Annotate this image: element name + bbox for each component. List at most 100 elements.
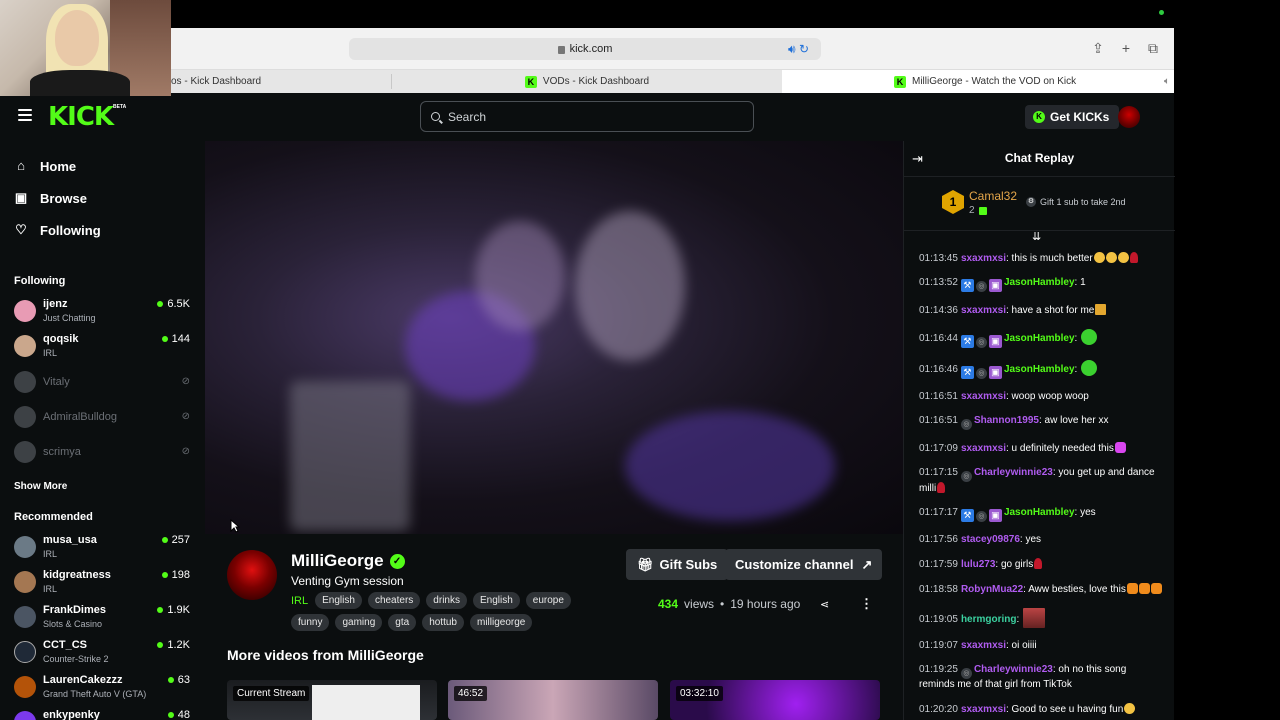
chat-username[interactable]: sxaxmxsi xyxy=(961,305,1006,316)
chat-title: Chat Replay xyxy=(1004,151,1075,165)
chat-username[interactable]: Charleywinnie23 xyxy=(974,664,1053,675)
chat-separator: : xyxy=(1016,614,1023,625)
tag-chip[interactable]: drinks xyxy=(426,592,467,609)
chat-timestamp: 01:13:45 xyxy=(919,253,958,264)
new-tab-icon[interactable]: + xyxy=(1122,40,1130,57)
viewer-count: 1.9K xyxy=(157,604,190,616)
thumbnail-badge: 46:52 xyxy=(454,686,488,701)
tab-vods-dashboard[interactable]: K VODs - Kick Dashboard xyxy=(392,70,782,93)
viewer-count-value: 198 xyxy=(171,569,190,581)
sidebar-channel-kidgreatness[interactable]: kidgreatness IRL 198 xyxy=(14,568,192,598)
nav-label: Home xyxy=(40,158,77,174)
channel-avatar[interactable] xyxy=(227,550,277,600)
search-box[interactable] xyxy=(420,101,754,132)
user-avatar[interactable] xyxy=(1118,106,1140,128)
chat-username[interactable]: RobynMua22 xyxy=(961,584,1023,595)
sidebar-channel-qoqsik[interactable]: qoqsik IRL 144 xyxy=(14,332,192,362)
video-player[interactable] xyxy=(205,141,903,534)
rose-emote-icon xyxy=(1034,558,1043,569)
chat-text: Aww besties, love this xyxy=(1028,584,1126,595)
nav-browse[interactable]: ▣ Browse xyxy=(14,186,87,210)
sidebar-channel-frankdimes[interactable]: FrankDimes Slots & Casino 1.9K xyxy=(14,603,192,633)
sidebar-channel-enkypenky[interactable]: enkypenky 48 xyxy=(14,708,192,720)
nav-home[interactable]: ⌂ Home xyxy=(14,154,76,178)
chat-timestamp: 01:17:17 xyxy=(919,507,958,518)
tab-overview-icon[interactable]: ⧉ xyxy=(1148,40,1158,57)
sidebar-channel-musa-usa[interactable]: musa_usa IRL 257 xyxy=(14,533,192,563)
chat-timestamp: 01:18:58 xyxy=(919,584,958,595)
channel-category: Just Chatting xyxy=(43,313,96,323)
chat-username[interactable]: JasonHambley xyxy=(1004,277,1075,288)
avatar xyxy=(14,441,36,463)
gift-icon: 🎁︎ xyxy=(637,556,654,572)
tag-chip[interactable]: cheaters xyxy=(367,592,421,609)
get-kicks-button[interactable]: K Get KICKs xyxy=(1025,105,1120,129)
menu-icon[interactable] xyxy=(18,109,32,121)
chat-username[interactable]: sxaxmxsi xyxy=(961,640,1006,651)
chat-username[interactable]: sxaxmxsi xyxy=(961,391,1006,402)
tab-milligeorge-vod[interactable]: K MilliGeorge - Watch the VOD on Kick 🔈︎ xyxy=(782,70,1174,93)
browser-tab-bar: os - Kick Dashboard K VODs - Kick Dashbo… xyxy=(171,70,1174,93)
address-bar[interactable]: kick.com 🔊︎ ↻ xyxy=(349,38,821,60)
scroll-to-bottom-icon[interactable]: ⇊ xyxy=(1032,230,1041,243)
more-options-icon[interactable]: ⋮ xyxy=(860,596,873,612)
category-link[interactable]: IRL xyxy=(291,595,308,607)
gifter-badge-icon: ▣ xyxy=(988,279,1002,292)
tag-chip[interactable]: europe xyxy=(525,592,571,609)
tag-chip[interactable]: gaming xyxy=(335,614,383,631)
channel-name[interactable]: MilliGeorge xyxy=(291,551,384,571)
sidebar-channel-laurencakezzz[interactable]: LaurenCakezzz Grand Theft Auto V (GTA) 6… xyxy=(14,673,192,703)
sidebar-channel-scrimya[interactable]: scrimya ⊘ xyxy=(14,438,192,468)
chat-username[interactable]: sxaxmxsi xyxy=(961,443,1006,454)
chat-username[interactable]: JasonHambley xyxy=(1004,364,1075,375)
views-count: 434 xyxy=(658,597,679,611)
audio-playing-icon[interactable]: 🔊︎ ↻ xyxy=(788,38,809,60)
gift-subs-button[interactable]: 🎁︎ Gift Subs xyxy=(626,549,729,580)
video-thumbnail[interactable]: 46:52 xyxy=(448,680,658,720)
tab-dashboard[interactable]: os - Kick Dashboard xyxy=(171,70,391,93)
chat-username[interactable]: sxaxmxsi xyxy=(961,704,1006,715)
meta-separator: • xyxy=(720,597,725,611)
moderator-badge-icon: ⚒ xyxy=(960,509,974,522)
viewer-count: 6.5K xyxy=(157,298,190,310)
live-dot-icon xyxy=(157,607,164,613)
tag-chip[interactable]: English xyxy=(315,592,362,609)
channel-name: ijenz xyxy=(43,298,68,310)
tag-chip[interactable]: funny xyxy=(291,614,330,631)
chat-text: Good to see u having fun xyxy=(1011,704,1124,715)
chat-text: woop woop woop xyxy=(1011,391,1089,402)
green-emote-icon xyxy=(1081,360,1098,376)
chat-username[interactable]: lulu273 xyxy=(961,559,995,570)
tag-chip[interactable]: gta xyxy=(388,614,417,631)
chat-username[interactable]: Shannon1995 xyxy=(974,415,1039,426)
chat-username[interactable]: JasonHambley xyxy=(1004,507,1075,518)
video-thumbnail[interactable]: 03:32:10 xyxy=(670,680,880,720)
sidebar-channel-admiralbulldog[interactable]: AdmiralBulldog ⊘ xyxy=(14,403,192,433)
nav-following[interactable]: ♡ Following xyxy=(14,218,100,242)
avatar xyxy=(14,641,36,663)
search-input[interactable] xyxy=(448,109,728,124)
video-thumbnail[interactable]: Current Stream xyxy=(227,680,437,720)
sidebar-channel-vitaly[interactable]: Vitaly ⊘ xyxy=(14,368,192,398)
sidebar-channel-cct-cs[interactable]: CCT_CS Counter-Strike 2 1.2K xyxy=(14,638,192,668)
tag-chip[interactable]: hottub xyxy=(422,614,464,631)
chat-timestamp: 01:17:56 xyxy=(919,534,958,545)
chat-username[interactable]: JasonHambley xyxy=(1004,333,1075,344)
tag-chip[interactable]: English xyxy=(472,592,520,609)
chat-username[interactable]: sxaxmxsi xyxy=(961,253,1006,264)
avatar xyxy=(14,571,36,593)
tab-audio-icon[interactable]: 🔈︎ xyxy=(1164,76,1170,87)
kick-logo[interactable]: KICK xyxy=(48,102,114,132)
share-icon[interactable]: ⋖ xyxy=(820,598,829,611)
share-page-icon[interactable]: ⇪ xyxy=(1092,40,1104,57)
chat-username[interactable]: hermgoring xyxy=(961,614,1017,625)
show-more-link[interactable]: Show More xyxy=(14,481,67,492)
camera-indicator-icon xyxy=(1159,10,1164,15)
chat-username[interactable]: stacey09876 xyxy=(961,534,1020,545)
rose-emote-icon xyxy=(937,482,946,493)
sidebar-channel-ijenz[interactable]: ijenz Just Chatting 6.5K xyxy=(14,297,192,327)
gift-leaderboard[interactable]: 1 Camal32 2 ⚙︎ Gift 1 sub to take 2nd xyxy=(904,177,1175,231)
customize-channel-button[interactable]: Customize channel ↗ xyxy=(725,549,883,580)
chat-username[interactable]: Charleywinnie23 xyxy=(974,467,1053,478)
tag-chip[interactable]: milligeorge xyxy=(470,614,533,631)
